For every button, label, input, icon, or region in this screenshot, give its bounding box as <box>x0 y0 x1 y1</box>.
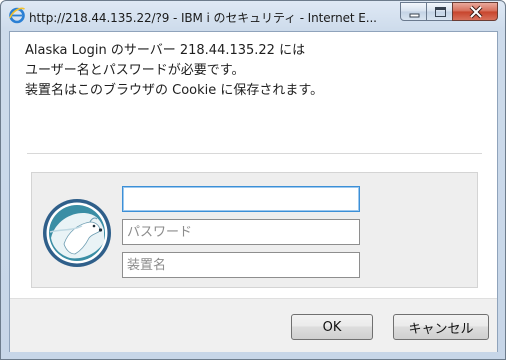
device-name-input[interactable] <box>122 252 360 278</box>
ok-button[interactable]: OK <box>291 314 373 340</box>
separator <box>27 153 482 154</box>
polar-bear-logo <box>43 199 111 267</box>
close-button[interactable] <box>452 2 498 21</box>
dialog-window: http://218.44.135.22/?9 - IBM i のセキュリティ … <box>0 0 506 360</box>
title-bar[interactable]: http://218.44.135.22/?9 - IBM i のセキュリティ … <box>1 1 505 31</box>
window-title: http://218.44.135.22/?9 - IBM i のセキュリティ … <box>29 11 377 25</box>
credentials-panel <box>31 172 478 288</box>
close-icon <box>469 5 483 19</box>
message-line-3: 装置名はこのブラウザの Cookie に保存されます。 <box>25 83 324 98</box>
maximize-icon <box>435 7 446 17</box>
button-bar: OK キャンセル <box>10 298 497 352</box>
minimize-icon <box>409 13 420 18</box>
internet-explorer-icon <box>9 7 25 24</box>
dialog-content: Alaska Login のサーバー 218.44.135.22 には ユーザー… <box>9 31 498 352</box>
message-line-1: Alaska Login のサーバー 218.44.135.22 には <box>25 43 306 58</box>
login-message: Alaska Login のサーバー 218.44.135.22 には ユーザー… <box>25 41 323 101</box>
minimize-button[interactable] <box>400 2 427 21</box>
password-input[interactable] <box>122 219 360 245</box>
cancel-button[interactable]: キャンセル <box>393 314 489 340</box>
message-line-2: ユーザー名とパスワードが必要です。 <box>25 63 245 78</box>
username-input[interactable] <box>122 186 360 212</box>
maximize-button[interactable] <box>426 2 453 21</box>
